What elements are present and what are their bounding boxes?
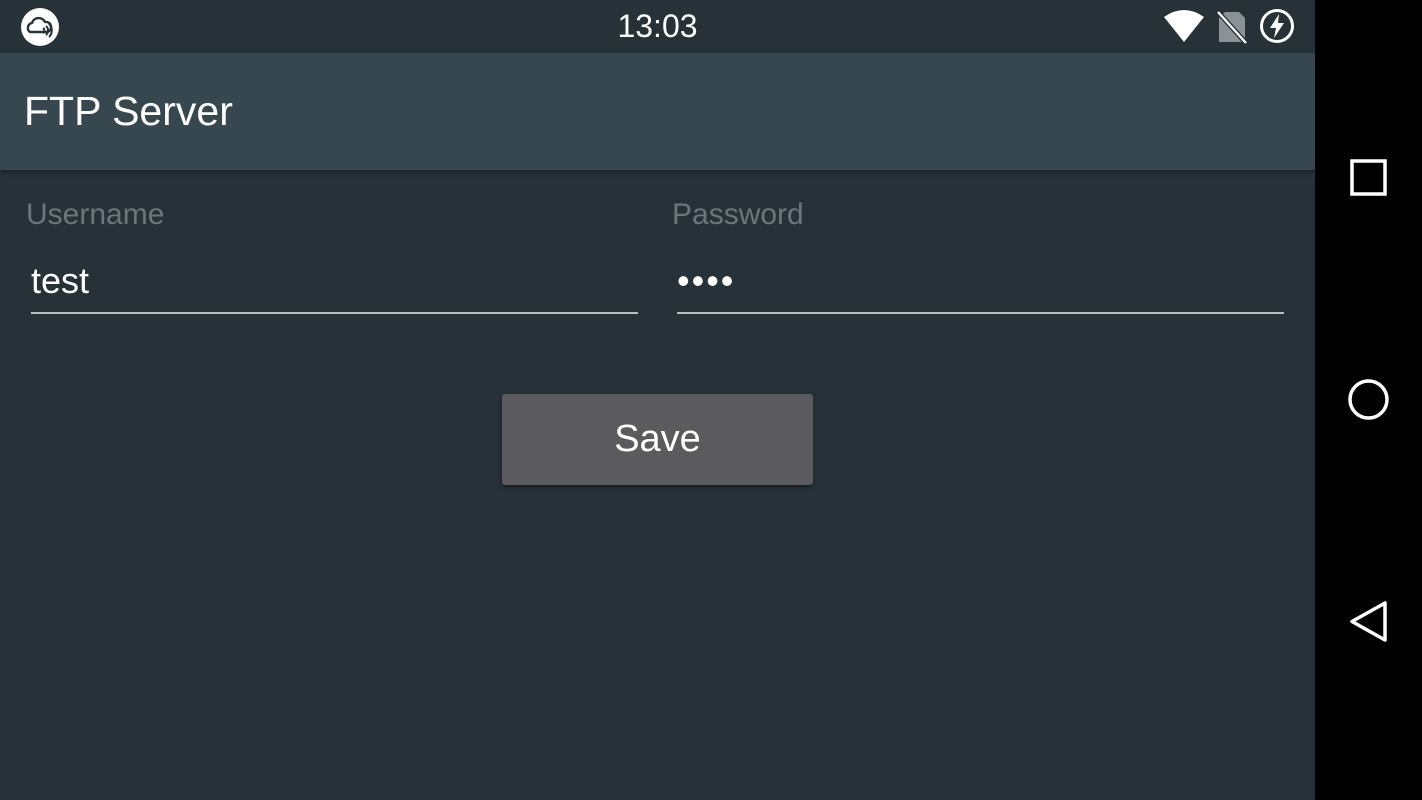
app-bar: FTP Server (0, 53, 1315, 170)
app-title: FTP Server (24, 88, 233, 134)
home-icon[interactable] (1343, 373, 1395, 425)
back-icon[interactable] (1343, 595, 1395, 647)
password-input[interactable] (677, 250, 1284, 314)
status-bar: 13:03 (0, 0, 1315, 53)
password-label: Password (672, 198, 804, 231)
username-label: Username (26, 198, 165, 231)
password-field: Password (672, 190, 1284, 320)
username-input[interactable] (31, 250, 638, 314)
no-sim-icon (1216, 10, 1248, 49)
save-button[interactable]: Save (502, 394, 813, 485)
navigation-bar (1315, 0, 1422, 800)
recents-icon[interactable] (1343, 151, 1395, 203)
username-field: Username (26, 190, 638, 320)
wifi-icon (1163, 9, 1205, 48)
battery-charging-icon (1259, 8, 1295, 49)
app-screen: 13:03 FTP Server Username Passwor (0, 0, 1315, 800)
status-time: 13:03 (617, 8, 698, 44)
